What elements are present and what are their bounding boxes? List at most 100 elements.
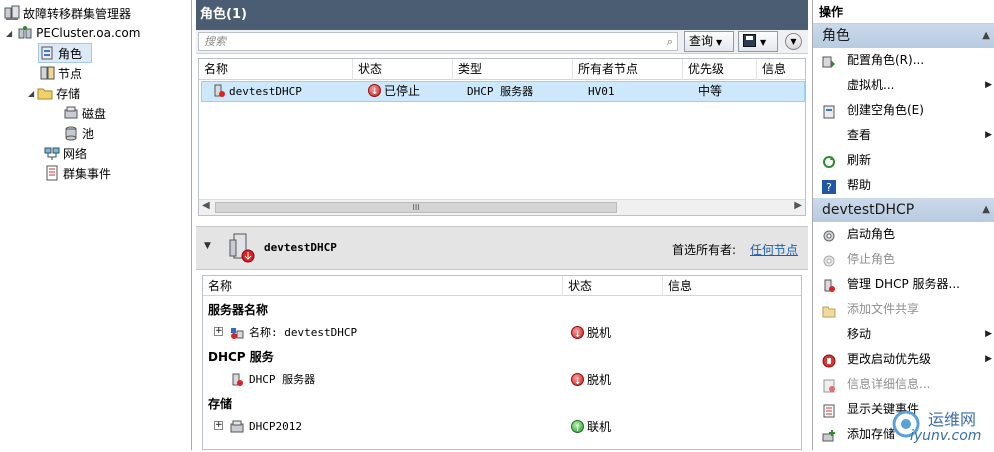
action-label: 管理 DHCP 服务器... bbox=[847, 277, 960, 291]
cluster-icon bbox=[17, 25, 33, 41]
action-item[interactable]: 虚拟机... ▶ bbox=[813, 73, 994, 98]
action-item[interactable]: 移动 ▶ bbox=[813, 322, 994, 347]
online-icon: ↑ bbox=[571, 420, 584, 434]
tree-item-label: 存储 bbox=[56, 86, 81, 101]
resource-status-text: 脱机 bbox=[587, 373, 612, 387]
row-status: 已停止 bbox=[384, 84, 421, 98]
action-item[interactable]: 启动角色 bbox=[813, 222, 994, 247]
column-header-priority[interactable]: 优先级 bbox=[683, 59, 757, 80]
stopped-icon: ↓ bbox=[368, 84, 381, 97]
action-item[interactable]: 添加文件共享 bbox=[813, 297, 994, 322]
action-item[interactable]: 信息详细信息... bbox=[813, 372, 994, 397]
watermark: 运维网 iyunv.com bbox=[888, 404, 992, 448]
actions-group-devtestdhcp[interactable]: devtestDHCP ▲ bbox=[813, 198, 994, 222]
tree-root[interactable]: 故障转移群集管理器 bbox=[4, 3, 131, 23]
tree-cluster[interactable]: ◢ PECluster.oa.com bbox=[6, 23, 140, 43]
expand-plus-icon[interactable]: + bbox=[214, 421, 223, 430]
column-header-status[interactable]: 状态 bbox=[353, 59, 453, 80]
preferred-owner-link[interactable]: 任何节点 bbox=[750, 241, 798, 258]
tree-item-label: 群集事件 bbox=[63, 166, 112, 181]
network-icon bbox=[44, 145, 60, 161]
action-item[interactable]: 刷新 bbox=[813, 148, 994, 173]
column-header-name[interactable]: 名称 bbox=[203, 276, 563, 296]
search-icon[interactable]: ⌕ bbox=[667, 33, 673, 50]
action-item[interactable]: 查看 ▶ bbox=[813, 123, 994, 148]
action-label: 帮助 bbox=[847, 178, 872, 192]
actions-title: 操作 bbox=[813, 0, 994, 24]
tree-item-label: 池 bbox=[82, 126, 95, 141]
column-header-info[interactable]: 信息 bbox=[757, 59, 805, 80]
tree-item-storage[interactable]: ◢ 存储 bbox=[28, 83, 80, 103]
storage-folder-icon bbox=[37, 85, 53, 101]
dropdown-arrow-icon: ▼ bbox=[716, 38, 723, 47]
tree-item-pools[interactable]: 池 bbox=[63, 123, 94, 143]
list-item[interactable]: + 名称: devtestDHCP ↓ 脱机 bbox=[203, 323, 801, 343]
nodes-icon bbox=[39, 65, 55, 81]
scroll-thumb[interactable]: III bbox=[215, 202, 617, 213]
pane-title: 角色(1) bbox=[196, 0, 808, 30]
tree-item-nodes[interactable]: 节点 bbox=[39, 63, 82, 83]
column-header-owner[interactable]: 所有者节点 bbox=[573, 59, 683, 80]
tree-item-roles[interactable]: 角色 bbox=[38, 43, 92, 63]
action-label: 虚拟机... bbox=[847, 78, 895, 92]
expand-collapse-button[interactable]: ▼ bbox=[785, 33, 802, 50]
svg-text:?: ? bbox=[826, 181, 832, 194]
save-query-button[interactable]: ▼ bbox=[738, 31, 778, 52]
tree-item-networks[interactable]: 网络 bbox=[44, 143, 87, 163]
expanded-arrow-icon[interactable]: ◢ bbox=[28, 89, 34, 98]
action-item[interactable]: 更改启动优先级 ▶ bbox=[813, 347, 994, 372]
table-row[interactable]: devtestDHCP ↓ 已停止 DHCP 服务器 HV01 中等 bbox=[201, 81, 805, 102]
events-log-icon bbox=[44, 165, 60, 181]
actions-group-roles[interactable]: 角色 ▲ bbox=[813, 24, 994, 48]
action-item[interactable]: 停止角色 bbox=[813, 247, 994, 272]
collapse-chevron-icon[interactable]: ▼ bbox=[204, 241, 211, 251]
collapse-up-icon[interactable]: ▲ bbox=[982, 24, 990, 48]
column-header-name[interactable]: 名称 bbox=[199, 59, 353, 80]
list-item[interactable]: DHCP 服务器 ↓ 脱机 bbox=[203, 370, 801, 390]
save-icon bbox=[743, 34, 756, 47]
grid-header: 名称 状态 类型 所有者节点 优先级 信息 bbox=[199, 59, 805, 80]
collapse-up-icon[interactable]: ▲ bbox=[982, 198, 990, 222]
query-button[interactable]: 查询 ▼ bbox=[684, 31, 734, 52]
column-header-type[interactable]: 类型 bbox=[453, 59, 573, 80]
share-icon bbox=[822, 302, 836, 318]
resources-grid: 名称 状态 信息 服务器名称 + 名称: devtestDHCP ↓ 脱机 DHC… bbox=[202, 275, 802, 450]
events-icon bbox=[822, 402, 836, 418]
search-input[interactable]: 搜索 ⌕ bbox=[198, 32, 678, 51]
resource-status-text: 联机 bbox=[587, 420, 612, 434]
action-item[interactable]: 配置角色(R)... bbox=[813, 48, 994, 73]
column-header-info[interactable]: 信息 bbox=[663, 276, 801, 296]
list-item[interactable]: + DHCP2012 ↑ 联机 bbox=[203, 417, 801, 437]
tree-item-label: 节点 bbox=[58, 66, 83, 81]
submenu-arrow-icon: ▶ bbox=[985, 80, 992, 90]
detail-header: ▼ devtestDHCP 首选所有者: 任何节点 bbox=[196, 226, 808, 270]
column-header-status[interactable]: 状态 bbox=[563, 276, 663, 296]
group-label: 角色 bbox=[822, 28, 850, 44]
expanded-arrow-icon[interactable]: ◢ bbox=[6, 29, 12, 38]
tree-item-cluster-events[interactable]: 群集事件 bbox=[44, 163, 111, 183]
start-icon bbox=[822, 227, 836, 242]
resource-status-text: 脱机 bbox=[587, 326, 612, 340]
action-label: 启动角色 bbox=[847, 227, 896, 241]
tree-item-disks[interactable]: 磁盘 bbox=[63, 103, 106, 123]
help-icon: ? bbox=[822, 178, 836, 194]
resource-name: DHCP 服务器 bbox=[249, 373, 316, 386]
scroll-right-icon[interactable]: ▶ bbox=[794, 200, 802, 211]
network-name-icon bbox=[230, 326, 244, 340]
scroll-left-icon[interactable]: ◀ bbox=[202, 200, 210, 211]
action-label: 更改启动优先级 bbox=[847, 352, 932, 366]
info-icon bbox=[822, 377, 836, 393]
submenu-arrow-icon: ▶ bbox=[985, 354, 992, 364]
detail-role-name: devtestDHCP bbox=[264, 241, 337, 254]
watermark-url: iyunv.com bbox=[910, 428, 982, 444]
horizontal-scrollbar[interactable]: ◀ III ▶ bbox=[199, 199, 805, 215]
expand-plus-icon[interactable]: + bbox=[214, 327, 223, 336]
resource-status: ↑ 联机 bbox=[571, 417, 611, 437]
scroll-grip: III bbox=[412, 203, 420, 212]
action-item[interactable]: 创建空角色(E) bbox=[813, 98, 994, 123]
action-item[interactable]: 管理 DHCP 服务器... bbox=[813, 272, 994, 297]
action-item[interactable]: ? 帮助 bbox=[813, 173, 994, 198]
section-dhcp-service: DHCP 服务 bbox=[208, 350, 274, 364]
section-storage: 存储 bbox=[208, 397, 233, 411]
dhcp-service-icon bbox=[230, 373, 244, 387]
